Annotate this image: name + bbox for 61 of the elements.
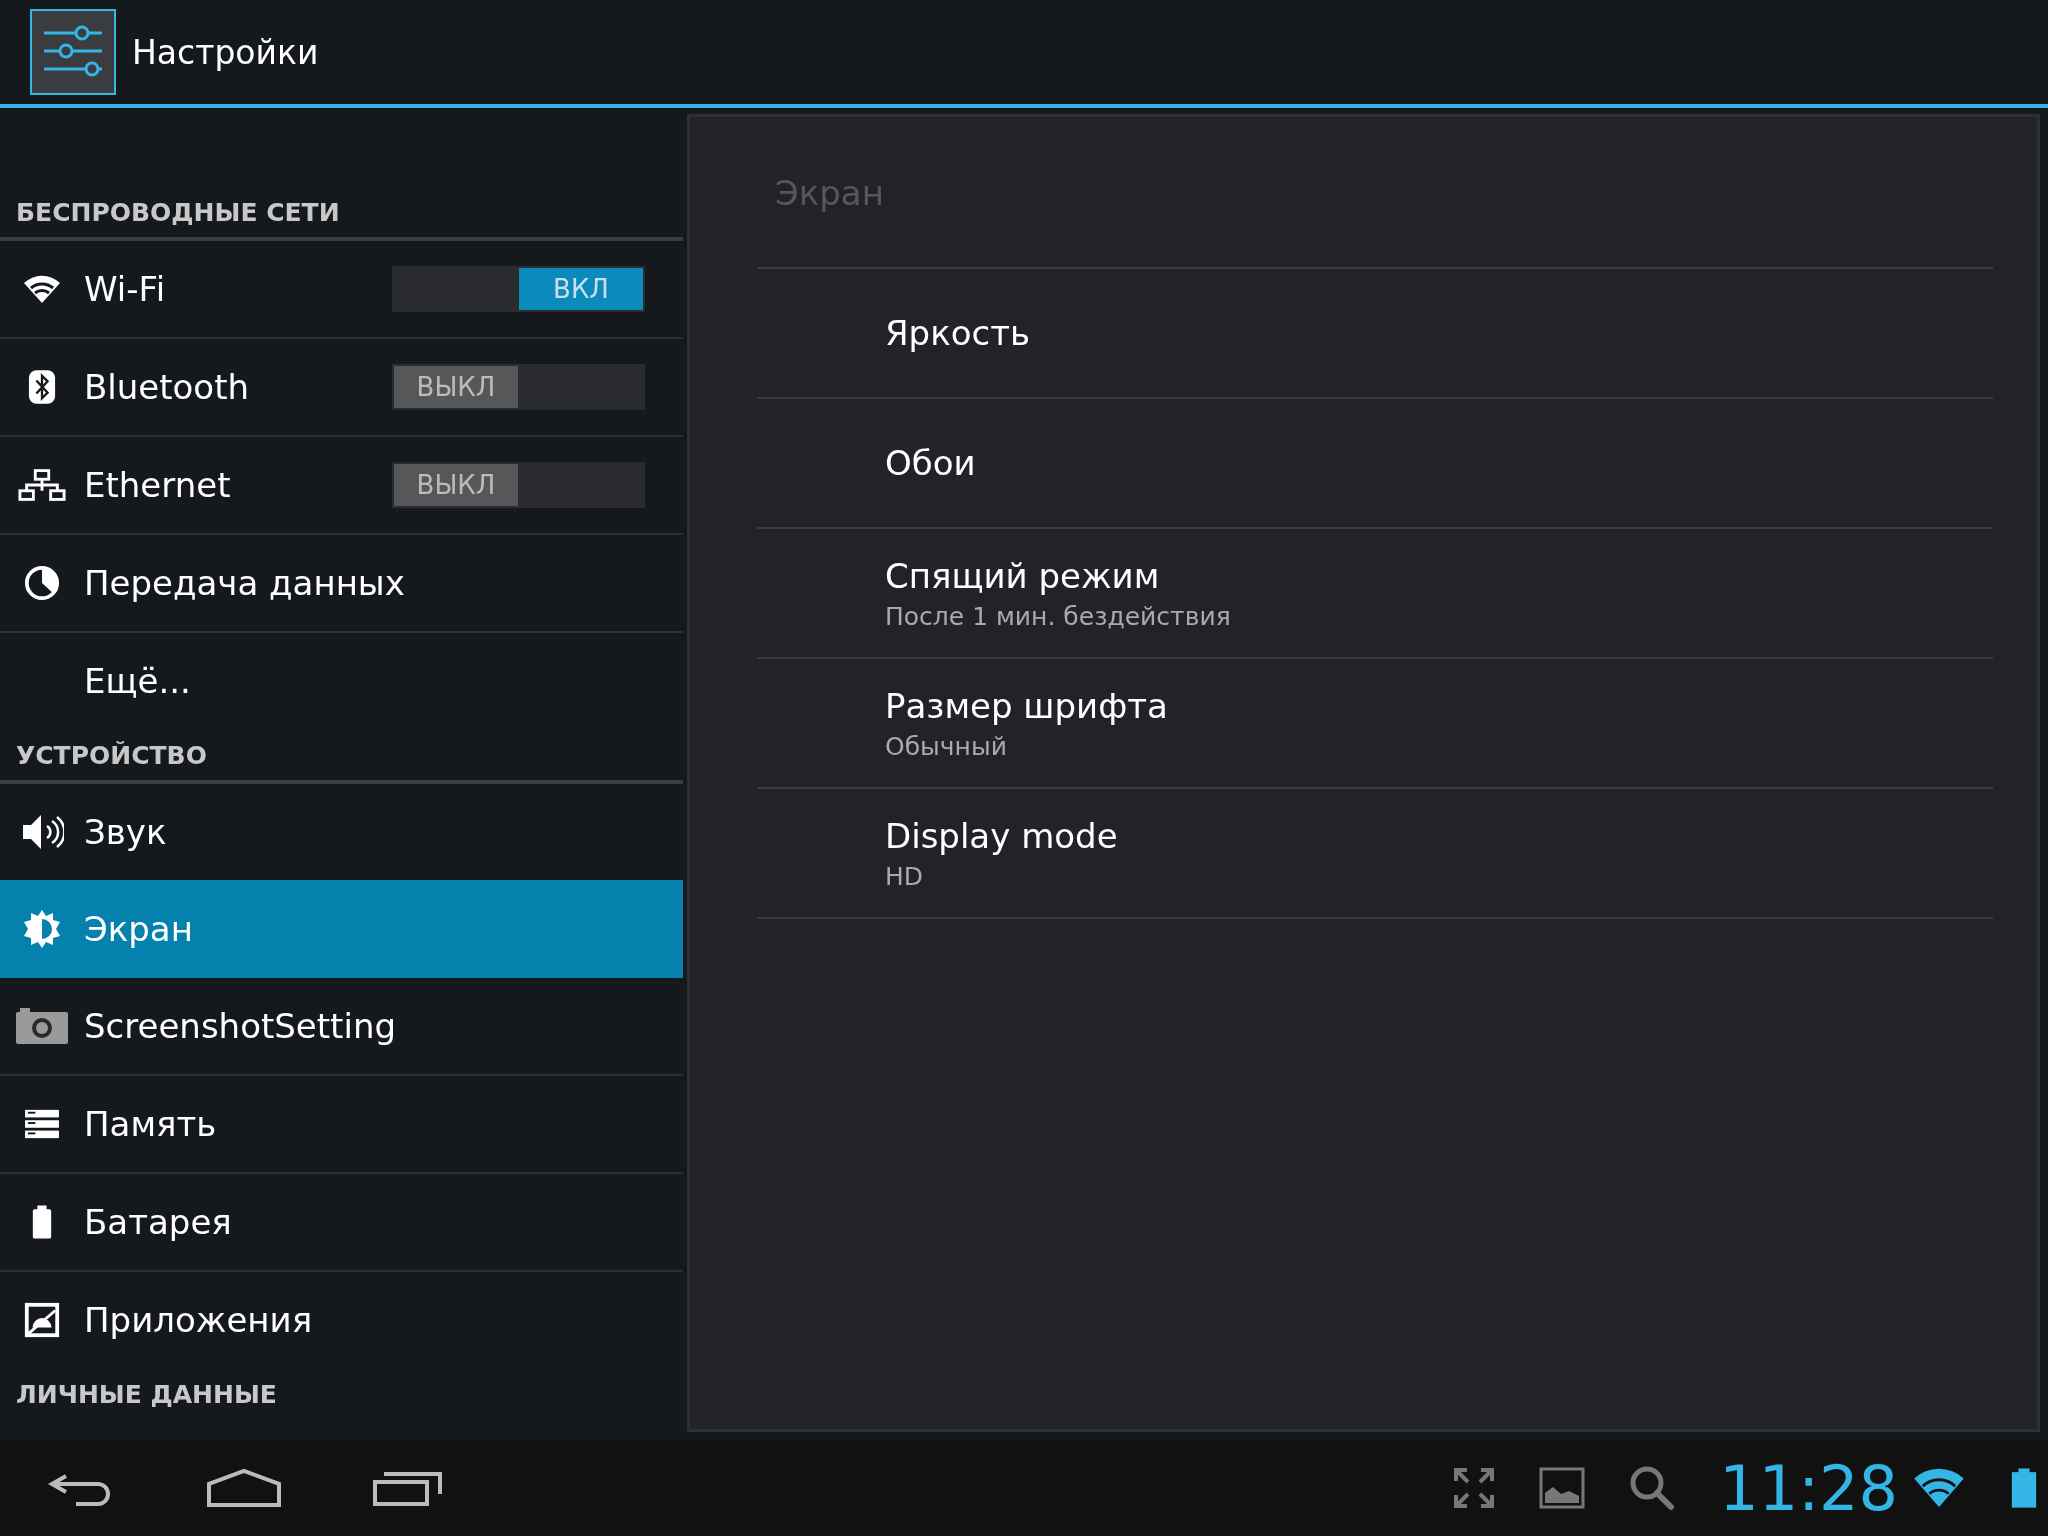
setting-entry[interactable]: Обои [757,399,1993,527]
setting-entry[interactable]: Спящий режим После 1 мин. бездействия [757,529,1993,657]
wifi-icon [22,273,62,305]
item-label: Ещё... [84,661,192,701]
section-header: БЕСПРОВОДНЫЕ СЕТИ [15,197,341,229]
toggle-switch[interactable]: ВЫКЛ [392,462,645,508]
setting-entry[interactable]: Яркость [757,269,1993,397]
toggle-switch[interactable]: ВЫКЛ [392,364,645,410]
data-usage-icon [24,565,60,601]
section-header: ЛИЧНЫЕ ДАННЫЕ [15,1379,278,1411]
item-label: Bluetooth [84,367,251,407]
toggle-thumb: ВЫКЛ [394,464,518,506]
app-title: Настройки [132,32,319,72]
brightness-icon [22,909,62,949]
setting-title: Спящий режим [885,555,1161,596]
camera-icon [14,1006,70,1046]
item-label: Приложения [84,1300,314,1340]
search-icon[interactable] [1629,1465,1676,1511]
expand-icon[interactable] [1453,1467,1496,1509]
setting-title: Обои [885,443,977,483]
item-label: Звук [84,812,168,852]
toggle-thumb: ВЫКЛ [394,366,518,408]
settings-item[interactable]: Wi-Fi ВКЛ [0,241,683,337]
settings-item[interactable]: Звук [0,784,683,880]
setting-summary: Обычный [885,731,1008,761]
setting-summary: HD [885,861,925,891]
home-icon[interactable] [206,1468,282,1508]
settings-item[interactable]: Приложения [0,1272,683,1368]
settings-sliders-icon[interactable] [30,9,116,95]
setting-entry[interactable]: Display mode HD [757,789,1993,917]
battery-status-icon [2010,1467,2038,1509]
setting-summary: После 1 мин. бездействия [885,601,1232,631]
section-header: УСТРОЙСТВО [15,740,208,772]
setting-title: Размер шрифта [885,685,1169,726]
storage-icon [23,1108,61,1140]
settings-item[interactable]: Передача данных [0,535,683,631]
clock: 11:28 [1719,1451,1898,1525]
item-label: ScreenshotSetting [84,1006,398,1046]
network-icon [18,468,66,502]
item-label: Ethernet [84,465,232,505]
setting-title: Яркость [885,313,1032,353]
settings-item[interactable]: Батарея [0,1174,683,1270]
item-label: Wi-Fi [84,269,167,309]
apps-icon [23,1301,61,1339]
item-label: Экран [84,909,194,949]
settings-item[interactable]: Bluetooth ВЫКЛ [0,339,683,435]
settings-item[interactable]: Память [0,1076,683,1172]
settings-item[interactable]: Ещё... [0,633,683,729]
bluetooth-icon [28,368,56,406]
settings-item[interactable]: ScreenshotSetting [0,978,683,1074]
battery-icon [31,1204,53,1240]
item-label: Батарея [84,1202,233,1242]
toggle-thumb: ВКЛ [519,268,643,310]
settings-item[interactable]: Ethernet ВЫКЛ [0,437,683,533]
wifi-signal-icon [1912,1467,1966,1509]
setting-title: Display mode [885,815,1119,856]
image-icon[interactable] [1539,1467,1586,1509]
item-label: Память [84,1104,218,1144]
setting-entry[interactable]: Размер шрифта Обычный [757,659,1993,787]
item-label: Передача данных [84,563,406,603]
settings-item[interactable]: Экран [0,880,683,978]
